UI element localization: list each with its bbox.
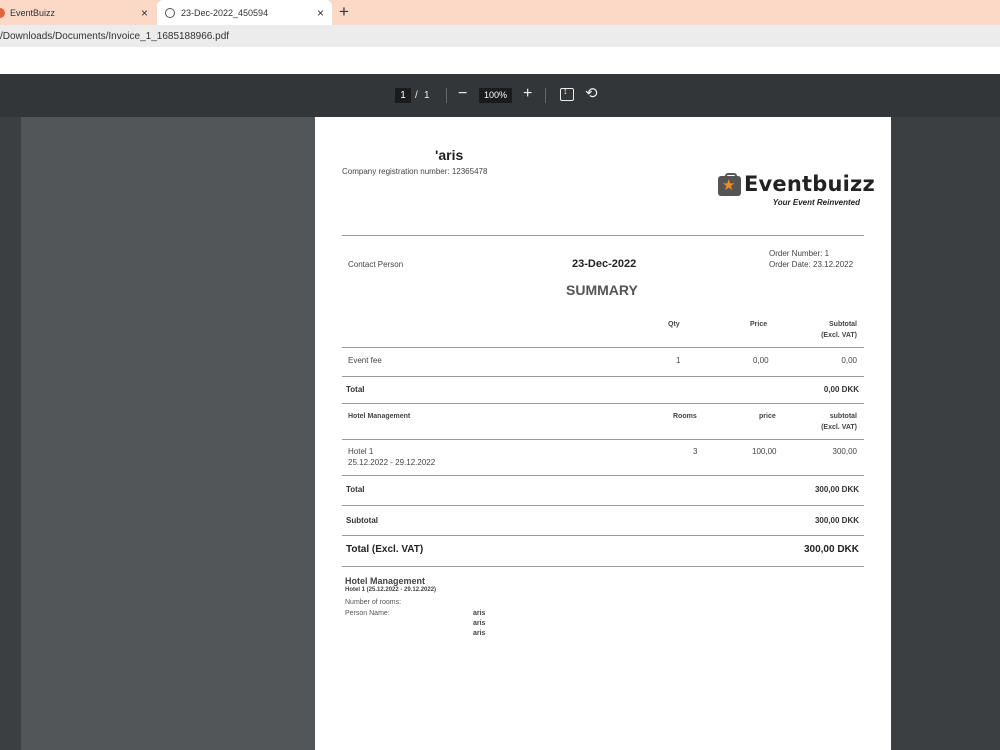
zoom-level-input[interactable]: 100%: [479, 88, 512, 103]
hotel-rooms: 3: [693, 447, 698, 456]
close-icon[interactable]: ×: [317, 6, 324, 20]
grand-total-label: Total (Excl. VAT): [346, 544, 424, 555]
pdf-viewer: 'aris Company registration number: 12365…: [0, 117, 1000, 750]
order-number: Order Number: 1: [769, 249, 830, 258]
close-icon[interactable]: ×: [141, 6, 148, 20]
event-total-value: 0,00 DKK: [823, 385, 859, 394]
person-name: aris: [473, 620, 486, 627]
event-fee-price: 0,00: [753, 356, 769, 365]
event-fee-subtotal: 0,00: [841, 356, 857, 365]
hotel-row-item: Hotel 1 25.12.2022 - 29.12.2022: [348, 446, 435, 468]
hotel-name: Hotel 1: [348, 447, 374, 456]
divider: [342, 535, 864, 536]
order-info: Order Number: 1 Order Date: 23.12.2022: [769, 248, 853, 270]
grand-total-value: 300,00 DKK: [803, 544, 859, 555]
col-header-subtotal: Subtotal (Excl. VAT): [795, 319, 857, 341]
toolbar-divider: [545, 88, 546, 103]
briefcase-icon: ★: [718, 173, 741, 196]
col-header-subtotal-line1: Subtotal: [829, 321, 857, 328]
globe-icon: [165, 7, 175, 18]
zoom-in-button[interactable]: +: [523, 84, 532, 104]
eventbuizz-favicon-icon: [0, 7, 5, 18]
col-header-qty: Qty: [668, 321, 680, 328]
col-header-hotel-subtotal: subtotal (Excl. VAT): [795, 411, 857, 433]
toolbar-divider: [446, 88, 447, 103]
person-name: aris: [473, 630, 486, 637]
rotate-icon[interactable]: ⟲: [585, 84, 598, 104]
person-name: aris: [473, 610, 486, 617]
address-bar[interactable]: /Downloads/Documents/Invoice_1_168518896…: [0, 25, 1000, 47]
hotel-total-label: Total: [346, 485, 365, 494]
url-text[interactable]: /Downloads/Documents/Invoice_1_168518896…: [0, 31, 229, 42]
col-header-hotel: Hotel Management: [348, 413, 411, 420]
page-separator: /: [415, 90, 418, 101]
hotel-price: 100,00: [752, 447, 777, 456]
company-registration: Company registration number: 12365478: [342, 167, 488, 176]
page-number-input[interactable]: 1: [395, 88, 411, 103]
browser-spacer: [0, 47, 1000, 74]
thumbnail-sidebar: [0, 117, 21, 750]
tab-eventbuizz[interactable]: EventBuizz ×: [0, 0, 156, 25]
logo-wordmark: Eventbuizz: [744, 172, 875, 196]
invoice-date: 23-Dec-2022: [572, 258, 637, 270]
logo-tagline: Your Event Reinvented: [772, 198, 860, 207]
viewer-margin: [891, 117, 1000, 750]
page-total: 1: [424, 90, 430, 101]
contact-person: Contact Person: [348, 260, 404, 269]
hotel-total-value: 300,00 DKK: [814, 485, 859, 494]
divider: [342, 403, 864, 404]
tab-invoice-pdf[interactable]: 23-Dec-2022_450594 ×: [157, 0, 332, 25]
hotel-details-title: Hotel Management: [345, 576, 426, 586]
star-icon: ★: [722, 177, 736, 194]
divider: [342, 439, 864, 440]
tab-title: 23-Dec-2022_450594: [181, 7, 269, 18]
pdf-page: 'aris Company registration number: 12365…: [315, 117, 891, 750]
summary-title: SUMMARY: [566, 282, 638, 298]
col-header-rooms: Rooms: [673, 413, 697, 420]
zoom-out-button[interactable]: −: [458, 84, 467, 104]
fit-to-page-icon[interactable]: [560, 86, 574, 101]
subtotal-label: Subtotal: [346, 516, 378, 525]
tab-title: EventBuizz: [10, 7, 56, 18]
col-header-hotel-price: price: [759, 413, 776, 420]
rooms-label: Number of rooms:: [345, 599, 402, 606]
divider: [342, 347, 864, 348]
event-fee-item: Event fee: [348, 356, 382, 365]
eventbuizz-logo: ★ Eventbuizz Your Event Reinvented: [718, 172, 875, 208]
divider: [342, 235, 864, 236]
col-header-hotel-subtotal-line2: (Excl. VAT): [821, 424, 857, 431]
person-name-label: Person Name:: [345, 610, 390, 617]
tab-bar: EventBuizz × 23-Dec-2022_450594 × +: [0, 0, 1000, 25]
divider: [342, 376, 864, 377]
event-total-label: Total: [346, 385, 365, 394]
divider: [342, 566, 864, 567]
subtotal-value: 300,00 DKK: [814, 516, 859, 525]
divider: [342, 505, 864, 506]
col-header-price: Price: [750, 321, 768, 328]
col-header-subtotal-line2: (Excl. VAT): [821, 332, 857, 339]
pdf-toolbar: 1 / 1 − 100% + ⟲: [0, 74, 1000, 117]
new-tab-button[interactable]: +: [339, 2, 349, 22]
hotel-subtotal: 300,00: [832, 447, 857, 456]
hotel-dates: 25.12.2022 - 29.12.2022: [348, 458, 436, 467]
company-name: 'aris: [435, 147, 464, 163]
divider: [342, 475, 864, 476]
event-fee-qty: 1: [676, 356, 681, 365]
order-date: Order Date: 23.12.2022: [769, 260, 854, 269]
hotel-details-subtitle: Hotel 1 (25.12.2022 - 29.12.2022): [345, 587, 437, 593]
col-header-hotel-subtotal-line1: subtotal: [829, 413, 857, 420]
